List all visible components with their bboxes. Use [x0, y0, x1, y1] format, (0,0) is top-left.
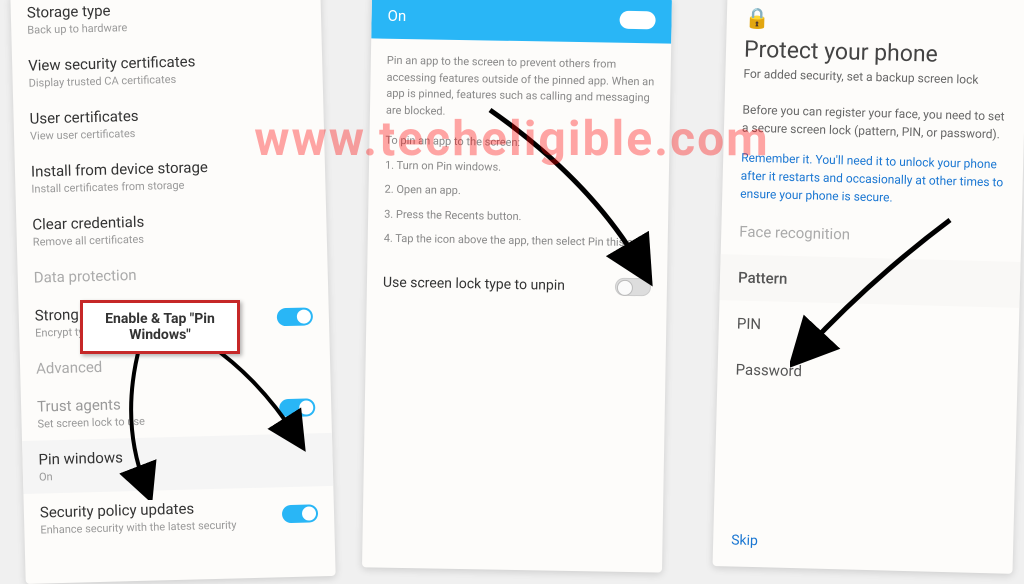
- view-certs-row[interactable]: View security certificates Display trust…: [12, 39, 323, 100]
- strong-toggle[interactable]: [277, 307, 313, 326]
- sec-policy-toggle[interactable]: [282, 504, 318, 523]
- data-prot-title: Data protection: [34, 266, 137, 287]
- clear-row[interactable]: Clear credentials Remove all certificate…: [16, 198, 327, 259]
- arrow-to-pattern: [790, 210, 970, 370]
- sec-policy-sub: Enhance security with the latest securit…: [40, 518, 236, 536]
- skip-button[interactable]: Skip: [731, 532, 758, 549]
- lock-icon: 🔒: [745, 6, 771, 31]
- sec-policy-title: Security policy updates: [40, 498, 237, 521]
- pin-header: On: [371, 0, 672, 44]
- watermark: www.techeligible.com: [254, 110, 770, 167]
- arrow-to-toggle: [200, 340, 320, 460]
- callout-box: Enable & Tap "Pin Windows": [80, 300, 240, 354]
- pin-header-label: On: [387, 7, 406, 25]
- arrow-to-pin-windows: [110, 340, 190, 500]
- pin-header-toggle[interactable]: [619, 11, 655, 30]
